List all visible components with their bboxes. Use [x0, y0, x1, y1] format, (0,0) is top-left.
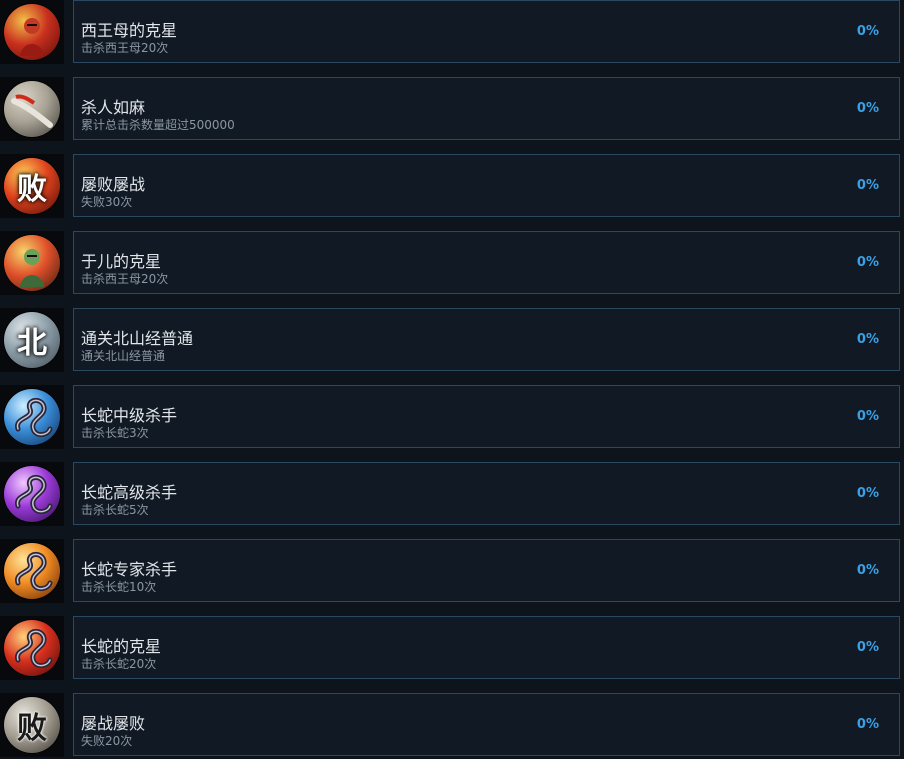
achievement-description: 累计总击杀数量超过500000 — [81, 118, 235, 132]
achievement-title: 长蛇专家杀手 — [81, 560, 178, 579]
achievement-card[interactable]: 西王母的克星 击杀西王母20次 0% — [73, 0, 900, 63]
achievement-icon-frame: 北 — [0, 308, 64, 372]
icon-artwork — [20, 249, 44, 287]
achievement-card[interactable]: 长蛇专家杀手 击杀长蛇10次 0% — [73, 539, 900, 602]
achievement-icon-frame — [0, 385, 64, 449]
achievement-row[interactable]: 长蛇专家杀手 击杀长蛇10次 0% — [0, 539, 904, 605]
achievement-unlock-percent: 0% — [856, 24, 879, 39]
achievement-icon-frame — [0, 0, 64, 64]
queen-mother-portrait-icon — [4, 4, 60, 60]
achievement-row[interactable]: 西王母的克星 击杀西王母20次 0% — [0, 0, 904, 66]
achievement-icon-frame — [0, 539, 64, 603]
achievement-title: 屡败屡战 — [81, 175, 146, 194]
achievement-title: 通关北山经普通 — [81, 329, 194, 348]
achievement-description: 失败20次 — [81, 734, 133, 748]
achievement-row[interactable]: 败 屡战屡败 失败20次 0% — [0, 693, 904, 759]
achievement-card[interactable]: 于儿的克星 击杀西王母20次 0% — [73, 231, 900, 294]
achievement-row[interactable]: 败 屡败屡战 失败30次 0% — [0, 154, 904, 220]
serpent-blue-icon — [4, 389, 60, 445]
serpent-orange-icon — [4, 543, 60, 599]
achievement-icon-frame — [0, 462, 64, 526]
defeat-calligraphy-gray-icon: 败 — [4, 697, 60, 753]
achievement-icon-frame — [0, 616, 64, 680]
icon-calligraphy-glyph: 败 — [17, 711, 47, 746]
icon-artwork — [15, 629, 53, 669]
serpent-purple-icon — [4, 466, 60, 522]
achievement-description: 击杀长蛇10次 — [81, 580, 157, 594]
achievement-description: 通关北山经普通 — [81, 349, 166, 363]
achievement-title: 杀人如麻 — [81, 98, 146, 117]
yuer-deity-portrait-icon — [4, 235, 60, 291]
crossed-blades-icon — [4, 81, 60, 137]
achievement-unlock-percent: 0% — [856, 486, 879, 501]
achievement-card[interactable]: 屡败屡战 失败30次 0% — [73, 154, 900, 217]
achievement-unlock-percent: 0% — [856, 101, 879, 116]
achievement-title: 于儿的克星 — [81, 252, 162, 271]
achievement-card[interactable]: 通关北山经普通 通关北山经普通 0% — [73, 308, 900, 371]
achievement-unlock-percent: 0% — [856, 255, 879, 270]
achievement-title: 长蛇中级杀手 — [81, 406, 178, 425]
icon-artwork — [15, 475, 53, 515]
icon-calligraphy-glyph: 败 — [17, 172, 47, 207]
achievement-row[interactable]: 长蛇中级杀手 击杀长蛇3次 0% — [0, 385, 904, 451]
achievement-card[interactable]: 长蛇的克星 击杀长蛇20次 0% — [73, 616, 900, 679]
icon-artwork — [15, 398, 53, 438]
achievement-unlock-percent: 0% — [856, 563, 879, 578]
achievement-unlock-percent: 0% — [856, 717, 879, 732]
icon-artwork — [15, 552, 53, 592]
achievement-description: 击杀长蛇20次 — [81, 657, 157, 671]
icon-artwork — [11, 94, 53, 128]
achievement-icon-frame — [0, 77, 64, 141]
icon-artwork — [20, 18, 44, 56]
achievement-card[interactable]: 屡战屡败 失败20次 0% — [73, 693, 900, 756]
achievement-row[interactable]: 杀人如麻 累计总击杀数量超过500000 0% — [0, 77, 904, 143]
achievement-row[interactable]: 长蛇高级杀手 击杀长蛇5次 0% — [0, 462, 904, 528]
achievement-title: 长蛇高级杀手 — [81, 483, 178, 502]
icon-calligraphy-glyph: 北 — [17, 326, 47, 361]
serpent-red-icon — [4, 620, 60, 676]
achievement-description: 击杀长蛇5次 — [81, 503, 149, 517]
achievement-description: 击杀长蛇3次 — [81, 426, 149, 440]
achievement-description: 失败30次 — [81, 195, 133, 209]
achievement-icon-frame: 败 — [0, 693, 64, 757]
achievement-unlock-percent: 0% — [856, 640, 879, 655]
achievement-unlock-percent: 0% — [856, 409, 879, 424]
defeat-calligraphy-icon: 败 — [4, 158, 60, 214]
achievement-row[interactable]: 长蛇的克星 击杀长蛇20次 0% — [0, 616, 904, 682]
achievement-title: 西王母的克星 — [81, 21, 178, 40]
achievement-card[interactable]: 长蛇中级杀手 击杀长蛇3次 0% — [73, 385, 900, 448]
achievement-card[interactable]: 长蛇高级杀手 击杀长蛇5次 0% — [73, 462, 900, 525]
achievement-description: 击杀西王母20次 — [81, 272, 169, 286]
achievement-list: 西王母的克星 击杀西王母20次 0% 杀人如麻 累计总击杀数量超过500000 … — [0, 0, 904, 758]
achievement-description: 击杀西王母20次 — [81, 41, 169, 55]
achievement-row[interactable]: 北 通关北山经普通 通关北山经普通 0% — [0, 308, 904, 374]
achievement-icon-frame — [0, 231, 64, 295]
achievement-card[interactable]: 杀人如麻 累计总击杀数量超过500000 0% — [73, 77, 900, 140]
achievement-unlock-percent: 0% — [856, 178, 879, 193]
achievement-title: 长蛇的克星 — [81, 637, 162, 656]
achievement-row[interactable]: 于儿的克星 击杀西王母20次 0% — [0, 231, 904, 297]
achievement-title: 屡战屡败 — [81, 714, 146, 733]
achievement-unlock-percent: 0% — [856, 332, 879, 347]
achievement-icon-frame: 败 — [0, 154, 64, 218]
north-mountain-calligraphy-icon: 北 — [4, 312, 60, 368]
